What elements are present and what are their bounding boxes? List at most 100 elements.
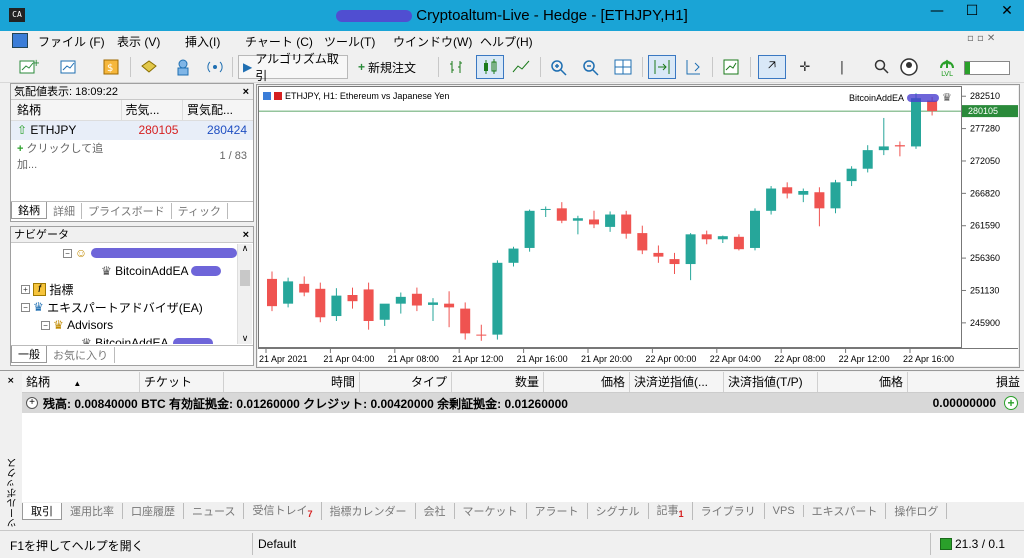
column-header[interactable]: 売気... (121, 100, 183, 120)
menu-file[interactable]: ファイル (F) (38, 33, 105, 50)
tab-label: 運用比率 (70, 506, 114, 518)
account-icon[interactable] (898, 55, 928, 79)
table-row[interactable]: ⇧ ETHJPY 280105 280424 (11, 120, 253, 140)
cursor-icon[interactable]: 🡥 (758, 55, 786, 79)
tab-1[interactable]: 運用比率 (62, 503, 123, 519)
column-header[interactable]: 価格 (818, 372, 908, 392)
minimize-button[interactable]: — (920, 0, 954, 22)
balance-row[interactable]: + 残高: 0.00840000 BTC 有効証拠金: 0.01260000 ク… (22, 393, 1024, 413)
scroll-thumb[interactable] (240, 270, 250, 286)
column-header[interactable]: 価格 (544, 372, 630, 392)
column-header[interactable]: 買気配... (182, 100, 253, 120)
new-order-button[interactable]: + 新規注文 (353, 55, 433, 79)
column-header[interactable]: 数量 (452, 372, 544, 392)
time-scale[interactable]: 21 Apr 2021 21 Apr 04:00 21 Apr 08:00 21 Ap… (258, 348, 1018, 366)
tab-3[interactable]: ニュース (184, 503, 245, 519)
chart-shift-icon[interactable] (680, 55, 706, 79)
tab-14[interactable]: 操作ログ (886, 503, 948, 519)
tab-6[interactable]: 会社 (416, 503, 455, 519)
tree-item-ea[interactable]: ♛ BitcoinAddEA (11, 262, 237, 280)
collapse-icon[interactable]: − (21, 302, 30, 312)
close-icon[interactable]: × (7, 376, 15, 386)
data-window-icon[interactable] (136, 55, 162, 79)
tab-0[interactable]: 取引 (22, 502, 62, 520)
close-button[interactable]: ✕ (990, 0, 1024, 22)
menu-view[interactable]: 表示 (V) (117, 33, 160, 50)
add-symbol-row[interactable]: + クリックして追加... 1 / 83 (11, 140, 253, 172)
column-header[interactable]: タイプ (360, 372, 452, 392)
tab-ticks[interactable]: ティック (172, 202, 229, 219)
ea-indicator[interactable]: BitcoinAddEA ♛ (849, 91, 952, 104)
tree-item-experts[interactable]: − ♛ エキスパートアドバイザ(EA) (11, 298, 237, 316)
add-icon[interactable]: + (1004, 396, 1018, 410)
zoom-in-icon[interactable] (546, 55, 572, 79)
close-icon[interactable]: × (243, 84, 249, 100)
signal-icon[interactable] (202, 55, 228, 79)
column-header[interactable]: 銘柄 (11, 100, 122, 120)
scroll-up-icon[interactable]: ∧ (238, 244, 252, 254)
collapse-icon[interactable]: − (41, 320, 50, 330)
zoom-out-icon[interactable] (578, 55, 604, 79)
column-header[interactable]: チケット (140, 372, 224, 392)
connection-status[interactable]: 21.3 / 0.1 (940, 537, 1005, 551)
menu-window[interactable]: ウインドウ(W) (393, 33, 472, 50)
tree-item-account[interactable]: − ☺ (11, 244, 237, 262)
tab-8[interactable]: アラート (527, 503, 588, 519)
candle-body (846, 168, 857, 182)
lvl-icon[interactable]: LVL (934, 55, 960, 79)
mdi-controls[interactable]: ▫ ▫ ✕ (967, 33, 995, 44)
crosshair-icon[interactable]: ✛ (792, 55, 818, 79)
tree-item-indicators[interactable]: + f 指標 (11, 280, 237, 298)
search-icon[interactable] (870, 55, 894, 79)
chart-canvas[interactable]: ETHJPY, H1: Ethereum vs Japanese Yen Bit… (258, 86, 962, 348)
tab-favorites[interactable]: お気に入り (47, 346, 115, 363)
menu-insert[interactable]: 挿入(I) (185, 33, 220, 50)
column-header[interactable]: 銘柄 ▲ (22, 372, 140, 392)
line-chart-icon[interactable] (508, 55, 534, 79)
menu-help[interactable]: ヘルプ(H) (480, 33, 533, 50)
expand-icon[interactable]: + (21, 284, 30, 294)
profiles-icon[interactable] (57, 55, 83, 79)
tab-4[interactable]: 受信トレイ7 (244, 502, 322, 520)
tab-price-board[interactable]: プライスボード (82, 202, 172, 219)
tab-7[interactable]: マーケット (455, 503, 527, 519)
tab-general[interactable]: 一般 (11, 346, 47, 363)
tab-13[interactable]: エキスパート (804, 503, 887, 519)
candlestick-chart-icon[interactable] (476, 55, 504, 79)
close-icon[interactable]: × (243, 227, 249, 243)
column-header[interactable]: 決済指値(T/P) (724, 372, 818, 392)
vertical-line-icon[interactable]: | (832, 55, 852, 79)
auto-scroll-icon[interactable] (648, 55, 676, 79)
column-header[interactable]: 時間 (224, 372, 360, 392)
navigator-icon[interactable] (170, 55, 196, 79)
algo-trading-button[interactable]: ▶ アルゴリズム取引 (238, 52, 348, 83)
tree-item-ea[interactable]: ♛ BitcoinAddEA (11, 334, 237, 344)
tree-item-label: エキスパートアドバイザ(EA) (47, 300, 203, 315)
profit-value: 0.00000000 (932, 396, 996, 410)
expand-icon[interactable]: + (26, 397, 38, 409)
price-scale[interactable]: 282510 277280 272050 266820 261590 256360 2511… (962, 86, 1018, 348)
tab-symbols[interactable]: 銘柄 (11, 202, 47, 219)
column-header[interactable]: 決済逆指値(... (630, 372, 724, 392)
tab-details[interactable]: 詳細 (47, 202, 82, 219)
price-tick-label: 282510 (970, 91, 1000, 101)
bar-chart-icon[interactable] (444, 55, 470, 79)
market-watch-icon[interactable]: $ (98, 55, 124, 79)
menu-tools[interactable]: ツール(T) (324, 33, 375, 50)
tab-5[interactable]: 指標カレンダー (322, 503, 416, 519)
tree-item-advisors[interactable]: − ♛ Advisors (11, 316, 237, 334)
scroll-down-icon[interactable]: ∨ (238, 334, 252, 344)
column-header[interactable]: 損益 (908, 372, 1024, 392)
tab-11[interactable]: ライブラリ (693, 503, 765, 519)
new-chart-icon[interactable]: + (16, 55, 42, 79)
tab-12[interactable]: VPS (765, 505, 804, 517)
menu-chart[interactable]: チャート (C) (245, 33, 313, 50)
tile-windows-icon[interactable] (610, 55, 636, 79)
tab-10[interactable]: 記事1 (649, 502, 693, 520)
indicators-list-icon[interactable] (718, 55, 744, 79)
tab-9[interactable]: シグナル (588, 503, 649, 519)
tab-2[interactable]: 口座履歴 (123, 503, 184, 519)
navigator-scrollbar[interactable]: ∧ ∨ (237, 244, 252, 344)
collapse-icon[interactable]: − (63, 248, 72, 258)
maximize-button[interactable]: ☐ (955, 0, 989, 22)
